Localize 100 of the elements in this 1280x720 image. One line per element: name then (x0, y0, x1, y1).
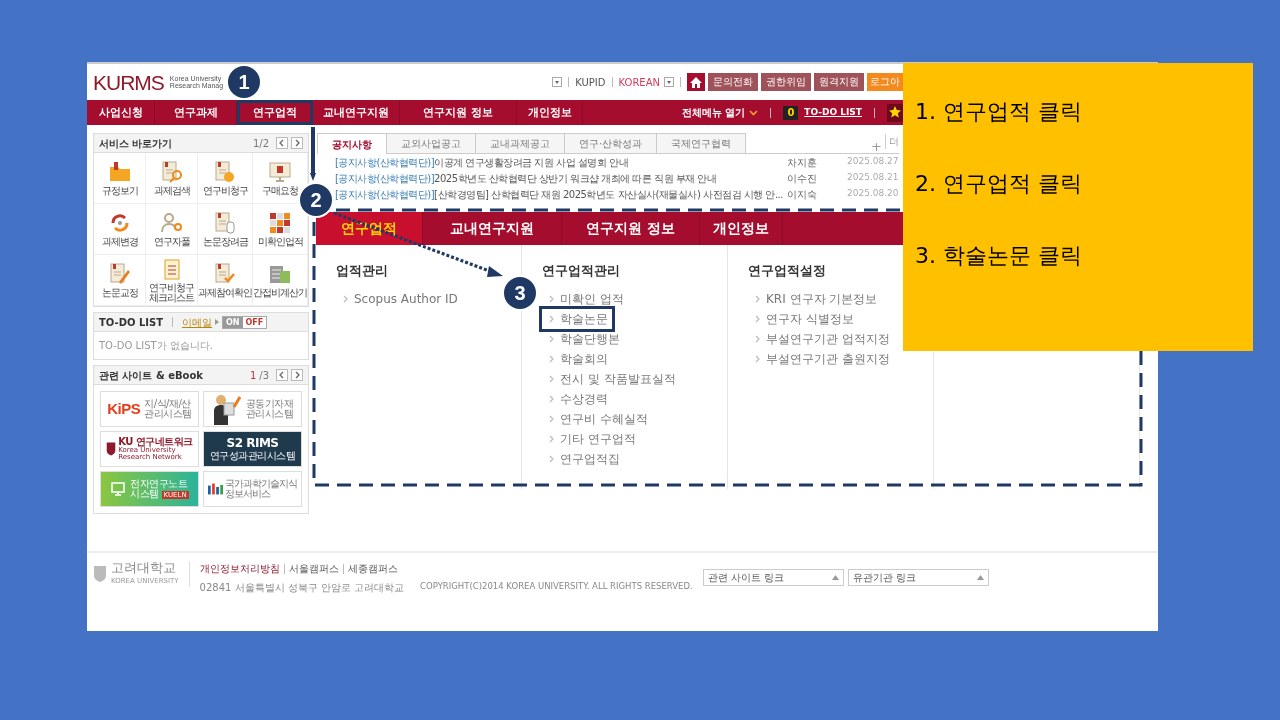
header-button[interactable]: 권한위임 (761, 73, 811, 91)
previous-button[interactable] (276, 369, 288, 381)
shortcut-link[interactable]: 연구비청구 체크리스트 (146, 255, 198, 306)
menu-tab[interactable]: 개인정보 (700, 212, 783, 245)
logo-icon (208, 483, 223, 495)
shield-icon (93, 564, 107, 583)
chevron-down-icon (749, 109, 759, 116)
empty-message: TO-DO LIST가 없습니다. (98, 339, 214, 353)
favorite-button[interactable] (887, 103, 903, 122)
author-text: 차지훈 (787, 155, 818, 170)
notice-tab[interactable]: 연구·산학성과 (564, 133, 658, 153)
chevron-right-icon (548, 354, 554, 363)
page-indicator: /3 (259, 368, 269, 383)
todo-list-link[interactable]: TO-DO LIST (804, 105, 862, 120)
all-menu-link[interactable]: 전체메뉴 열기 (681, 105, 759, 120)
caret-up-icon (831, 575, 839, 580)
menu-link[interactable]: 미확인 업적 (542, 288, 628, 309)
footer-link[interactable]: 세종캠퍼스 (347, 561, 398, 576)
notice-link[interactable]: 2025학년도 산학협력단 상반기 워크샵 개최에 따른 직원 부재 안내 (434, 170, 717, 186)
previous-button[interactable] (276, 137, 288, 149)
document-search-icon (159, 160, 184, 184)
select-field[interactable]: 유관기관 링크 (847, 569, 989, 586)
date-text: 2025.08.20 (847, 187, 899, 201)
footer-link[interactable]: 서울캠퍼스 (288, 561, 339, 576)
shortcut-link[interactable]: 과제참여확인 (198, 255, 253, 306)
menu-tab[interactable]: 연구지원 정보 (562, 212, 700, 245)
chevron-right-icon (754, 294, 760, 303)
menu-link[interactable]: 학술단행본 (542, 328, 624, 349)
notice-tab[interactable]: 교내과제공고 (475, 133, 565, 153)
menu-tab[interactable]: 교내연구지원 (423, 212, 562, 245)
notice-category: [공지사항(산학협력단)] (335, 171, 435, 186)
notice-tab[interactable]: 공지사항 (317, 133, 387, 154)
menu-link[interactable]: 연구비 수혜실적 (542, 408, 652, 429)
header-link[interactable]: KUPID (575, 74, 606, 90)
menu-link[interactable]: 부설연구기관 출원지정 (748, 348, 894, 369)
nav-item[interactable]: 연구지원 정보 (400, 100, 517, 125)
author-text: 이지숙 (787, 187, 818, 202)
home-button[interactable] (687, 73, 705, 91)
menu-link[interactable]: 연구자 식별정보 (748, 308, 858, 329)
date-text: 2025.08.27 (847, 155, 899, 169)
next-button[interactable] (291, 137, 303, 149)
home-icon (689, 75, 703, 89)
caret-right-icon (215, 319, 220, 325)
caret-up-icon (976, 575, 984, 580)
menu-heading: 업적관리 (336, 262, 389, 280)
document-check-icon (213, 262, 237, 286)
todo-count-badge: 0 (783, 105, 799, 120)
nav-item[interactable]: 교내연구지원 (313, 100, 400, 125)
page-indicator: 1 (249, 368, 257, 383)
select-field[interactable]: 관련 사이트 링크 (702, 569, 844, 586)
menu-link[interactable]: 수상경력 (542, 388, 612, 409)
notice-tab[interactable]: 교외사업공고 (386, 133, 476, 153)
menu-link[interactable]: 전시 및 작품발표실적 (542, 368, 680, 389)
crest-icon (106, 441, 117, 457)
menu-link[interactable]: KRI 연구자 기본정보 (748, 288, 882, 309)
dropdown-button[interactable] (664, 77, 674, 87)
footer-link[interactable]: 개인정보처리방침 (199, 561, 280, 576)
box-title: TO-DO LIST (99, 315, 164, 330)
shortcut-link[interactable]: 규정보기 (94, 153, 146, 204)
nav-item[interactable]: 연구과제 (155, 100, 237, 125)
menu-link[interactable]: 학술논문 (542, 308, 612, 329)
nav-item[interactable]: 연구업적 (237, 100, 313, 125)
shortcut-link[interactable]: 간접비계산기 (253, 255, 308, 306)
menu-link[interactable]: 연구업적집 (542, 448, 624, 469)
shortcut-link[interactable]: 논문장려금 (198, 204, 253, 255)
nav-item[interactable]: 개인정보 (517, 100, 583, 125)
step-text: 1. 연구업적 클릭 (915, 99, 1083, 125)
header-link[interactable]: KOREAN (618, 74, 660, 90)
banner-link[interactable]: 국가과학기술지식 정보서비스 (203, 471, 302, 507)
star-icon (888, 104, 902, 119)
menu-link[interactable]: Scopus Author ID (336, 288, 462, 309)
menu-link[interactable]: 학술회의 (542, 348, 612, 369)
banner-link[interactable]: S2 RIMS 연구성과관리시스템 (203, 431, 302, 467)
copyright-text: COPYRIGHT(C)2014 KOREA UNIVERSITY. ALL RIGHTS RESERVED. (420, 580, 693, 593)
chevron-right-icon (548, 334, 554, 343)
toggle-switch[interactable]: ON OFF (222, 315, 268, 329)
notice-link[interactable]: 이공계 연구생활장려금 지원 사업 설명회 안내 (434, 154, 628, 170)
shortcut-link[interactable]: 연구자풀 (146, 204, 198, 255)
date-text: 2025.08.21 (847, 171, 899, 185)
notice-tab[interactable]: 국제연구협력 (656, 133, 747, 153)
logo[interactable]: KURMS (93, 71, 164, 93)
notice-link[interactable]: [산학경영팀] 산학협력단 재원 2025학년도 자산실사(재물실사) 사전점검 시행 안... (434, 186, 783, 202)
shortcut-link[interactable]: 과제변경 (94, 204, 146, 255)
header-button[interactable]: 원격지원 (814, 73, 864, 91)
dropdown-button[interactable] (552, 77, 563, 87)
nav-item[interactable]: 사업신청 (87, 100, 155, 125)
step-text: 2. 연구업적 클릭 (915, 171, 1083, 197)
document-mouse-icon (213, 211, 237, 235)
banner-link[interactable]: 공동기자재 관리시스템 (203, 391, 302, 427)
menu-link[interactable]: 부설연구기관 업적지정 (748, 328, 894, 349)
author-text: 이수진 (787, 171, 818, 186)
shortcut-link[interactable]: 연구비청구 (198, 153, 253, 204)
shortcut-link[interactable]: 논문교정 (94, 255, 146, 306)
header-button[interactable]: 문의전화 (708, 73, 758, 91)
next-button[interactable] (291, 369, 303, 381)
monitor-icon (268, 160, 292, 184)
box-title: 서비스 바로가기 (99, 136, 173, 151)
menu-link[interactable]: 기타 연구업적 (542, 428, 640, 449)
shortcut-link[interactable]: 과제검색 (146, 153, 198, 204)
chevron-right-icon (548, 294, 554, 303)
